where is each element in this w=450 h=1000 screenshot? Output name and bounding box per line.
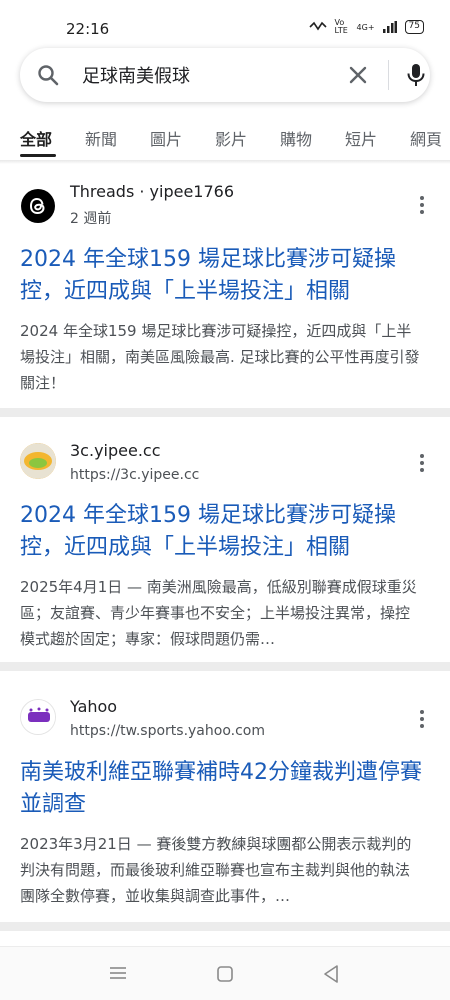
result-snippet: 2025年4月1日 — 南美洲風險最高，低級別聯賽成假球重災區；友誼賽、青少年賽…	[20, 578, 417, 648]
yahoo-logo-icon	[20, 699, 56, 735]
back-icon[interactable]	[322, 964, 340, 984]
nfc-icon	[308, 21, 327, 31]
more-vert-icon[interactable]	[414, 452, 430, 474]
battery-icon: 75	[404, 20, 424, 34]
threads-logo-icon	[20, 188, 56, 224]
result-site-name[interactable]: Threads · yipee1766	[70, 182, 234, 201]
site-favicon-icon	[20, 443, 56, 479]
status-icons: Vo LTE 4G+ 75	[308, 18, 424, 35]
system-navigation-bar	[0, 946, 450, 1000]
tab-news[interactable]: 新聞	[85, 126, 117, 150]
close-icon[interactable]	[346, 63, 370, 87]
search-icon[interactable]	[36, 63, 60, 87]
status-time: 22:16	[66, 20, 110, 38]
tab-web[interactable]: 網頁	[410, 126, 442, 150]
search-result-3: Yahoo https://tw.sports.yahoo.com 南美玻利維亞…	[0, 671, 450, 922]
result-date: 2 週前	[70, 211, 112, 227]
network-indicator: 4G+	[356, 22, 375, 32]
result-title-link[interactable]: 2024 年全球159 場足球比賽涉可疑操控，近四成與「上半場投注」相關	[20, 244, 432, 308]
menu-icon[interactable]	[108, 965, 128, 981]
search-result-2: 3c.yipee.cc https://3c.yipee.cc 2024 年全球…	[0, 417, 450, 662]
more-vert-icon[interactable]	[414, 708, 430, 730]
result-url: https://tw.sports.yahoo.com	[70, 723, 265, 739]
result-site-name[interactable]: 3c.yipee.cc	[70, 441, 161, 460]
result-snippet: 2023年3月21日 — 賽後雙方教練與球團都公開表示裁判的判決有問題，而最後玻…	[20, 835, 412, 905]
status-bar: 22:16 Vo LTE 4G+ 75	[0, 0, 450, 40]
result-url: https://3c.yipee.cc	[70, 467, 200, 483]
search-input[interactable]: 足球南美假球	[82, 62, 190, 88]
result-title-link[interactable]: 2024 年全球159 場足球比賽涉可疑操控，近四成與「上半場投注」相關	[20, 500, 432, 564]
search-result-1: Threads · yipee1766 2 週前 2024 年全球159 場足球…	[0, 164, 450, 408]
result-separator	[0, 662, 450, 671]
tab-images[interactable]: 圖片	[150, 126, 182, 150]
tab-short-videos[interactable]: 短片	[345, 126, 377, 150]
search-box[interactable]: 足球南美假球	[20, 48, 430, 102]
tab-videos[interactable]: 影片	[215, 126, 247, 150]
search-divider	[388, 60, 389, 90]
tab-all[interactable]: 全部	[20, 126, 52, 150]
result-site-name[interactable]: Yahoo	[70, 697, 117, 716]
microphone-icon[interactable]	[404, 62, 428, 88]
signal-icon	[382, 21, 397, 33]
search-tabs: 全部 新聞 圖片 影片 購物 短片 網頁	[0, 120, 450, 160]
more-vert-icon[interactable]	[414, 194, 430, 216]
result-title-link[interactable]: 南美玻利維亞聯賽補時42分鐘裁判遭停賽並調查	[20, 757, 432, 821]
active-tab-indicator	[20, 154, 56, 157]
tab-shopping[interactable]: 購物	[280, 126, 312, 150]
home-icon[interactable]	[216, 965, 234, 983]
volte-indicator: Vo LTE	[334, 18, 348, 35]
result-snippet: 2024 年全球159 場足球比賽涉可疑操控，近四成與「上半場投注」相關，南美區…	[20, 322, 420, 392]
result-separator	[0, 408, 450, 417]
result-separator	[0, 922, 450, 931]
